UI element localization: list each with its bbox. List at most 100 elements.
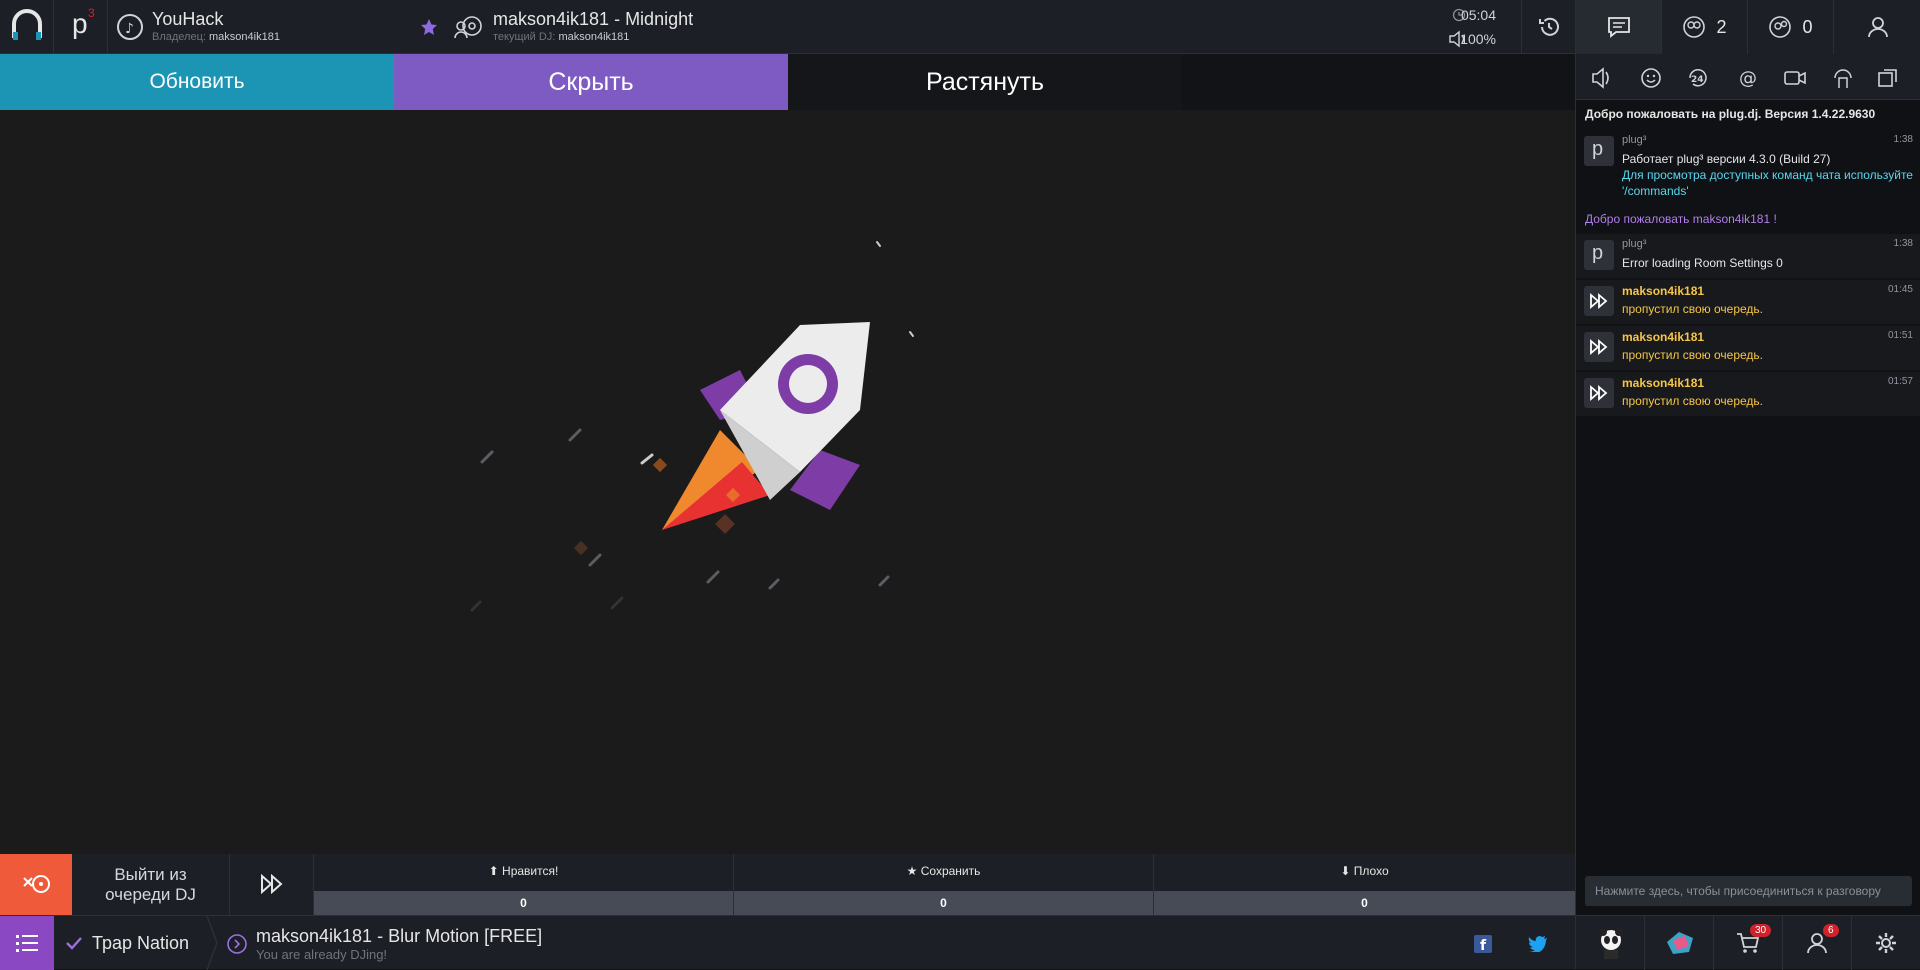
top-bar: p 3 ♪ YouHack Владелец: makson4ik181 mak… <box>0 0 1575 54</box>
twitter-icon[interactable] <box>1528 936 1548 952</box>
popout-icon[interactable] <box>1876 66 1900 90</box>
next-song-icon <box>227 934 247 954</box>
skip-icon <box>261 874 283 894</box>
skip-user[interactable]: makson4ik181 <box>1622 284 1704 298</box>
plug-logo[interactable] <box>0 0 54 54</box>
next-song-title: makson4ik181 - Blur Motion [FREE] <box>256 926 543 946</box>
message-line: '/commands' <box>1622 184 1689 198</box>
waitlist-icon <box>1769 16 1792 38</box>
active-playlist[interactable]: Трар Nation <box>54 916 204 970</box>
checkmark-icon <box>66 937 82 950</box>
facebook-icon[interactable]: f <box>1474 935 1492 953</box>
users-count: 2 <box>1716 16 1727 37</box>
waitlist-count: 0 <box>1802 16 1813 37</box>
playlist-menu-button[interactable] <box>0 916 54 970</box>
message-author: plug³ <box>1622 134 1647 146</box>
meh-label-wrap: ⬇ Плохо <box>1154 864 1575 878</box>
room-info[interactable]: ♪ YouHack Владелец: makson4ik181 <box>108 0 408 54</box>
leave-line2: очереди DJ <box>105 884 196 904</box>
leave-waitlist-icon-button[interactable] <box>0 854 72 915</box>
timestamp-24h-icon[interactable]: 24 <box>1686 66 1710 90</box>
message-time: 01:57 <box>1887 376 1913 387</box>
woot-arrow-icon: ⬆ <box>488 864 499 878</box>
current-dj: текущий DJ: makson4ik181 <box>493 31 629 43</box>
owner-label: Владелец: <box>152 31 206 43</box>
right-footer: 30 6 <box>1576 915 1920 970</box>
skip-text: пропустил свою очередь. <box>1622 348 1763 362</box>
playlist-name: Трар Nation <box>92 933 190 953</box>
hide-video-button[interactable]: Скрыть <box>394 54 788 110</box>
shop-button[interactable]: 30 <box>1714 916 1783 970</box>
svg-text:f: f <box>1480 938 1487 953</box>
profile-button[interactable]: 6 <box>1783 916 1852 970</box>
right-panel: 2 0 24 @ Добро пожаловать на plug.dj. Ве… <box>1575 0 1920 970</box>
settings-button[interactable] <box>1852 916 1920 970</box>
message-time: 01:45 <box>1887 284 1913 295</box>
message-author: plug³ <box>1622 238 1647 250</box>
panda-avatar-icon <box>1599 928 1623 959</box>
meh-button[interactable]: ⬇ Плохо 0 <box>1154 854 1575 915</box>
tab-chat[interactable] <box>1576 0 1662 54</box>
divider-chevron <box>206 916 218 970</box>
clock-volume: 05:04 100% <box>1400 0 1520 54</box>
skip-button[interactable] <box>230 854 314 915</box>
badge-icon <box>1667 932 1693 954</box>
shop-badge: 30 <box>1750 924 1772 937</box>
emoji-icon[interactable] <box>1639 66 1663 90</box>
gear-icon <box>1876 933 1896 953</box>
meh-label: Плохо <box>1353 864 1389 878</box>
list-icon <box>16 935 38 952</box>
chat-input[interactable]: Нажмите здесь, чтобы присоединиться к ра… <box>1585 876 1912 906</box>
grab-button[interactable]: ★ Сохранить 0 <box>734 854 1154 915</box>
meh-count: 0 <box>1154 891 1575 915</box>
p3-avatar: p <box>1584 240 1614 270</box>
stretch-video-button[interactable]: Растянуть <box>788 54 1182 110</box>
welcome-user-message: Добро пожаловать makson4ik181 ! <box>1585 212 1777 226</box>
message-time: 1:38 <box>1893 238 1913 249</box>
refresh-button[interactable]: Обновить <box>0 54 394 110</box>
grab-label-wrap: ★ Сохранить <box>734 864 1153 878</box>
woot-label-wrap: ⬆ Нравится! <box>314 864 733 878</box>
leave-waitlist-button[interactable]: Выйти из очереди DJ <box>72 854 230 915</box>
sound-icon[interactable] <box>1590 66 1614 90</box>
skip-user[interactable]: makson4ik181 <box>1622 376 1704 390</box>
skip-message: makson4ik181 01:57 пропустил свою очеред… <box>1576 372 1920 416</box>
avatar-button[interactable] <box>1576 916 1645 970</box>
rocket-illustration <box>470 241 914 612</box>
message-line: Для просмотра доступных команд чата испо… <box>1622 168 1913 182</box>
chat-icon <box>1607 17 1630 38</box>
history-button[interactable] <box>1521 0 1575 54</box>
message-time: 1:38 <box>1893 134 1913 145</box>
video-stage <box>0 110 1575 854</box>
tab-waitlist[interactable]: 0 <box>1748 0 1834 54</box>
current-dj-name: makson4ik181 <box>558 31 630 43</box>
dj-info: makson4ik181 - Midnight текущий DJ: maks… <box>408 0 1408 54</box>
badge-button[interactable] <box>1645 916 1714 970</box>
tab-friends[interactable] <box>1834 0 1920 54</box>
message-line: Error loading Room Settings 0 <box>1622 256 1783 270</box>
meh-arrow-icon: ⬇ <box>1340 864 1351 878</box>
star-icon[interactable] <box>420 18 438 36</box>
skip-user[interactable]: makson4ik181 <box>1622 330 1704 344</box>
woot-label: Нравится! <box>502 864 559 878</box>
room-name: YouHack <box>152 9 224 29</box>
p3-avatar: p <box>1584 136 1614 166</box>
video-icon[interactable] <box>1783 66 1807 90</box>
grab-count: 0 <box>734 891 1153 915</box>
video-actions: Обновить Скрыть Растянуть <box>0 54 1182 110</box>
now-playing-title: makson4ik181 - Midnight <box>493 9 694 29</box>
broadcast-icon[interactable] <box>1831 66 1855 90</box>
plug-logo-icon <box>12 9 42 40</box>
mention-icon[interactable]: @ <box>1736 66 1760 90</box>
svg-text:@: @ <box>1739 68 1757 89</box>
leave-dj-icon <box>23 875 50 893</box>
tab-users[interactable]: 2 <box>1662 0 1748 54</box>
svg-text:24: 24 <box>1691 75 1704 85</box>
message-time: 01:51 <box>1887 330 1913 341</box>
skip-avatar-icon <box>1584 332 1614 362</box>
p3-menu-button[interactable]: p 3 <box>54 0 108 54</box>
user-icon <box>1867 17 1888 38</box>
woot-button[interactable]: ⬆ Нравится! 0 <box>314 854 734 915</box>
users-icon <box>1683 16 1706 38</box>
current-dj-label: текущий DJ: <box>493 31 556 43</box>
